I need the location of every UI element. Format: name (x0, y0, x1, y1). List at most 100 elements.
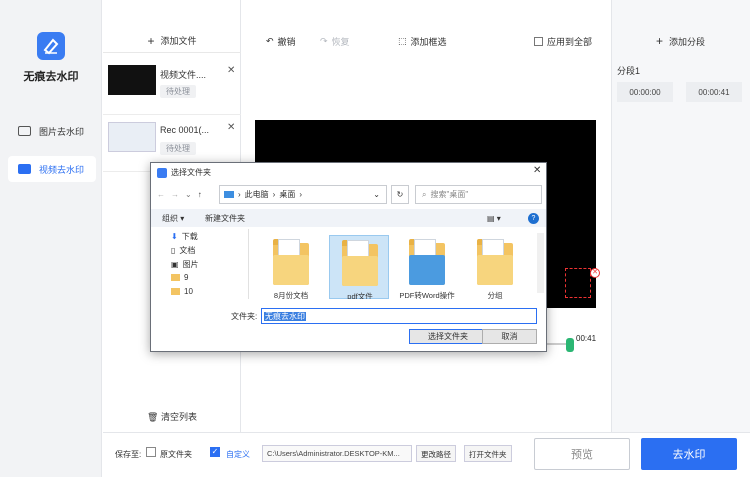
save-path-input[interactable]: C:\Users\Administrator.DESKTOP-KM... (262, 445, 412, 462)
tree-label: 9 (184, 273, 189, 282)
segment-start-time[interactable]: 00:00:00 (617, 82, 673, 102)
tree-item-downloads[interactable]: ⬇ 下载 (171, 231, 198, 242)
file-name: 视频文件.... (160, 70, 207, 80)
folder-icon (171, 274, 180, 281)
preview-button[interactable]: 预览 (534, 438, 630, 470)
add-segment-label: 添加分段 (669, 36, 706, 47)
redo-button[interactable]: ↷ 恢复 (320, 29, 350, 53)
app-icon (157, 167, 167, 178)
organize-label: 组织 (162, 213, 178, 223)
folder-item[interactable]: PDF转Word操作 (397, 235, 457, 299)
breadcrumb-separator: › (272, 190, 276, 199)
open-folder-button[interactable]: 打开文件夹 (464, 445, 512, 462)
tree-item-folder-9[interactable]: 9 (171, 273, 188, 282)
status-badge: 待处理 (160, 85, 196, 98)
segment-label: 分段1 (617, 66, 641, 76)
close-icon[interactable]: ✕ (227, 65, 235, 76)
cancel-button[interactable]: 取消 (482, 329, 537, 344)
undo-button[interactable]: ↶ 撤销 (266, 29, 296, 53)
folder-name-label: 文件夹: (231, 312, 258, 321)
breadcrumb-this-pc[interactable]: 此电脑 (245, 189, 269, 200)
apply-all-toggle[interactable]: 应用到全部 (534, 29, 592, 53)
help-icon[interactable]: ? (528, 212, 539, 224)
tree-label: 下载 (181, 232, 198, 241)
select-folder-button[interactable]: 选择文件夹 (409, 329, 487, 344)
folder-label: 8月份文档 (273, 291, 309, 299)
apply-all-label: 应用到全部 (547, 36, 593, 47)
organize-button[interactable]: 组织 ▾ (162, 213, 184, 224)
folder-label: 分组 (487, 291, 503, 299)
nav-label: 视频去水印 (39, 164, 85, 175)
folder-item-selected[interactable]: pdf文件 (329, 235, 389, 299)
download-icon: ⬇ (171, 232, 178, 241)
folder-icon (171, 288, 180, 295)
folder-item[interactable]: 分组 (465, 235, 525, 299)
watermark-selection-box[interactable] (565, 268, 591, 298)
add-file-button[interactable]: + 添加文件 (103, 29, 241, 53)
add-box-button[interactable]: ⬚ 添加框选 (398, 29, 447, 53)
search-placeholder: 搜索"桌面" (430, 190, 469, 199)
trash-icon: 🗑 (147, 412, 159, 422)
close-icon[interactable]: ✕ (590, 268, 600, 278)
document-icon: ▯ (171, 246, 176, 255)
breadcrumb-separator: › (238, 190, 241, 199)
refresh-button[interactable]: ↻ (391, 185, 409, 204)
up-arrow-icon[interactable]: ↑ (198, 190, 202, 199)
new-folder-button[interactable]: 新建文件夹 (205, 213, 245, 224)
forward-arrow-icon[interactable]: → (171, 190, 179, 199)
nav-image-watermark[interactable]: 图片去水印 (8, 118, 96, 144)
pc-icon (224, 191, 234, 198)
undo-icon: ↶ (266, 35, 274, 46)
tree-item-documents[interactable]: ▯ 文档 (171, 245, 195, 256)
clear-list-button[interactable]: 🗑 清空列表 (103, 410, 241, 423)
folder-label: pdf文件 (347, 292, 373, 299)
app-title: 无痕去水印 (23, 71, 79, 83)
dialog-close-button[interactable]: ✕ (533, 165, 541, 176)
save-to-label: 保存至: (115, 450, 142, 459)
folder-front (342, 256, 378, 286)
app-logo (37, 32, 65, 60)
add-segment-button[interactable]: + 添加分段 (611, 29, 750, 53)
change-path-button[interactable]: 更改路径 (416, 445, 456, 462)
redo-label: 恢复 (331, 36, 350, 47)
search-input[interactable]: ⌕ 搜索"桌面" (415, 185, 542, 204)
tree-label: 图片 (182, 260, 199, 269)
folder-name-input[interactable]: 无痕去水印 (261, 308, 537, 324)
add-file-label: 添加文件 (160, 36, 197, 46)
tree-item-pictures[interactable]: ▣ 图片 (171, 259, 199, 270)
remove-watermark-button[interactable]: 去水印 (641, 438, 737, 470)
tree-label: 文档 (179, 246, 196, 255)
video-thumbnail (108, 65, 156, 95)
plus-icon: + (147, 33, 155, 48)
nav-video-watermark[interactable]: 视频去水印 (8, 156, 96, 182)
view-options-icon[interactable]: ▤ ▾ (487, 214, 501, 223)
segment-end-time[interactable]: 00:00:41 (686, 82, 742, 102)
breadcrumb-separator: › (299, 190, 303, 199)
dialog-command-bar: 组织 ▾ 新建文件夹 ▤ ▾ ? (151, 209, 546, 227)
address-bar[interactable]: › 此电脑 › 桌面 › ⌄ (219, 185, 387, 204)
chevron-down-icon[interactable]: ⌄ (185, 190, 192, 199)
close-icon[interactable]: ✕ (227, 122, 235, 133)
scrollbar[interactable] (537, 233, 544, 293)
folder-item[interactable]: 8月份文档 (261, 235, 321, 299)
image-icon (18, 126, 31, 136)
search-icon: ⌕ (422, 189, 427, 199)
add-box-label: 添加框选 (410, 36, 447, 47)
custom-folder-checkbox[interactable]: ✓ (210, 447, 220, 457)
file-name: Rec 0001(... (160, 125, 210, 135)
timeline[interactable] (540, 338, 610, 352)
breadcrumb-desktop[interactable]: 桌面 (279, 189, 295, 200)
folder-grid: 8月份文档 pdf文件 PDF转Word操作 分组 (251, 229, 547, 299)
nav-label: 图片去水印 (39, 126, 85, 137)
video-thumbnail (108, 122, 156, 152)
back-arrow-icon[interactable]: ← (157, 190, 165, 199)
file-item[interactable]: 视频文件.... ✕ 待处理 (103, 57, 241, 115)
tree-label: 10 (184, 287, 193, 296)
timeline-handle[interactable] (566, 338, 574, 352)
dialog-title: 选择文件夹 (171, 168, 211, 177)
source-folder-checkbox[interactable] (146, 447, 156, 457)
tree-item-folder-10[interactable]: 10 (171, 287, 193, 296)
time-end: 00:41 (576, 334, 597, 343)
dialog-title-bar: 选择文件夹 (157, 167, 211, 178)
chevron-down-icon[interactable]: ⌄ (373, 190, 380, 199)
